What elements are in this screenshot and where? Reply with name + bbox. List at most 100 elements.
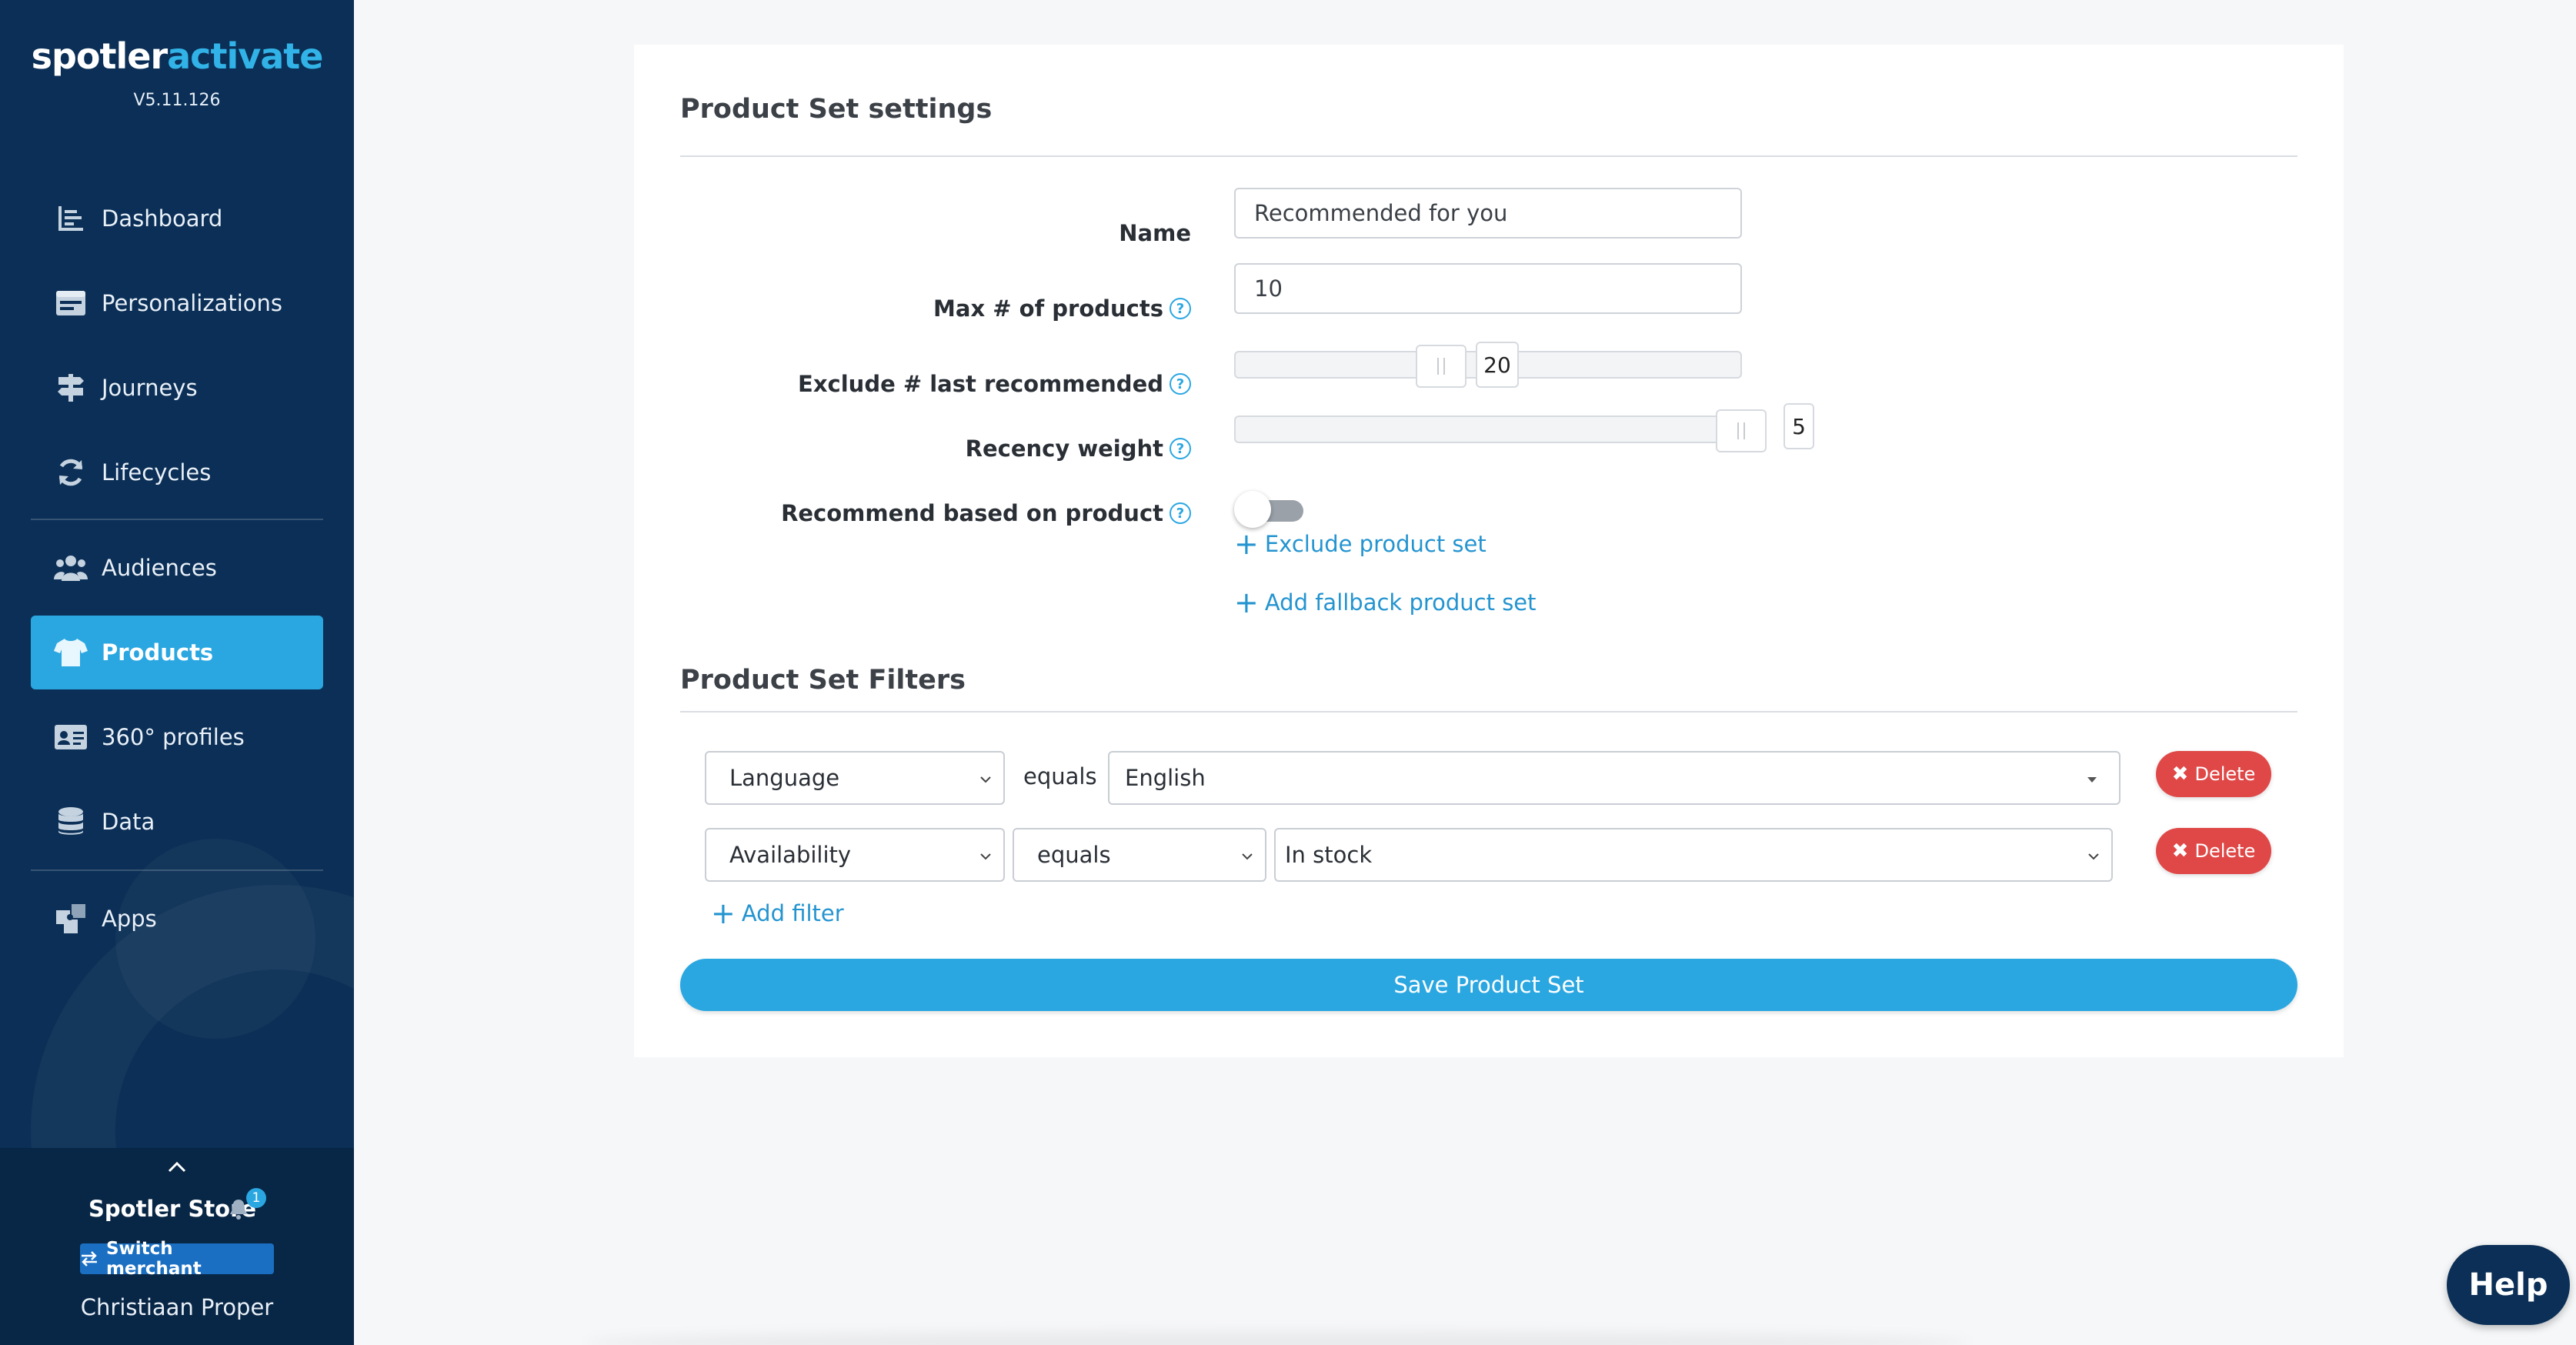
help-circle-icon[interactable]: ? [1170, 438, 1191, 459]
help-circle-icon[interactable]: ? [1170, 502, 1191, 524]
delete-label: Delete [2194, 840, 2256, 862]
refresh-icon [54, 456, 88, 489]
sidebar-item-lifecycles[interactable]: Lifecycles [31, 436, 323, 509]
name-input[interactable]: Recommended for you [1234, 188, 1742, 239]
save-product-set-button[interactable]: Save Product Set [680, 959, 2297, 1011]
filter-field-value: Availability [729, 842, 852, 868]
slider-handle[interactable] [1416, 345, 1467, 388]
help-button[interactable]: Help [2447, 1245, 2570, 1325]
database-icon [54, 805, 88, 839]
sidebar: spotleractivate V5.11.126 Dashboard Pers… [0, 0, 354, 1345]
exclude-last-value: 20 [1476, 342, 1519, 388]
name-label-row: Name [634, 212, 1191, 259]
sidebar-item-data[interactable]: Data [31, 785, 323, 859]
help-circle-icon[interactable]: ? [1170, 373, 1191, 395]
sidebar-item-products[interactable]: Products [31, 616, 323, 689]
exclude-last-label-row: Exclude # last recommended ? [634, 363, 1191, 409]
recency-weight-label: Recency weight ? [966, 436, 1191, 462]
recommend-based-label-row: Recommend based on product ? [634, 492, 1191, 539]
sidebar-item-label: Audiences [102, 555, 217, 581]
id-card-icon [54, 720, 88, 754]
sidebar-item-apps[interactable]: Apps [31, 882, 323, 956]
recency-weight-label-row: Recency weight ? [634, 428, 1191, 474]
toggle-knob [1234, 491, 1271, 528]
page-bottom-shadow [585, 1331, 1970, 1345]
recency-weight-label-text: Recency weight [965, 436, 1163, 462]
max-products-label-row: Max # of products ? [634, 288, 1191, 334]
switch-merchant-label: Switch merchant [105, 1239, 202, 1279]
sidebar-item-personalizations[interactable]: Personalizations [31, 266, 323, 340]
tshirt-icon [54, 636, 88, 669]
sidebar-item-dashboard[interactable]: Dashboard [31, 182, 323, 255]
filter-field-value: Language [729, 765, 840, 791]
filter-field-select[interactable]: Availability [705, 828, 1005, 882]
filter-operator-select[interactable]: equals [1013, 828, 1266, 882]
filter-value-select[interactable]: English [1108, 751, 2121, 805]
recommend-based-label-text: Recommend based on product [781, 500, 1163, 526]
sidebar-item-label: 360° profiles [102, 724, 245, 750]
caret-down-icon [2087, 777, 2097, 783]
filter-value-text: English [1125, 765, 1206, 791]
settings-title: Product Set settings [680, 94, 993, 125]
sidebar-item-label: Lifecycles [102, 459, 212, 486]
delete-filter-button[interactable]: ✖ Delete [2156, 828, 2271, 874]
exclude-product-set-label: Exclude product set [1264, 531, 1487, 557]
chevron-down-icon [1242, 853, 1253, 860]
section-divider [680, 155, 2297, 157]
help-circle-icon[interactable]: ? [1170, 298, 1191, 319]
personalizations-icon [54, 286, 88, 320]
recency-weight-value: 5 [1784, 403, 1814, 449]
plus-icon: + [1234, 586, 1259, 619]
chevron-up-icon[interactable] [165, 1157, 189, 1179]
max-products-label: Max # of products ? [933, 295, 1191, 322]
recommend-based-toggle[interactable] [1234, 491, 1305, 528]
filter-operator-value: equals [1037, 842, 1111, 868]
filters-title: Product Set Filters [680, 665, 966, 696]
sidebar-item-label: Products [102, 639, 214, 666]
sidebar-item-journeys[interactable]: Journeys [31, 351, 323, 425]
name-label: Name [1119, 220, 1191, 246]
sidebar-item-360-profiles[interactable]: 360° profiles [31, 700, 323, 774]
product-set-card: Product Set settings Name Recommended fo… [634, 45, 2344, 1057]
close-icon: ✖ [2171, 839, 2189, 863]
sidebar-divider [31, 869, 323, 871]
notification-badge: 1 [246, 1188, 266, 1208]
recency-weight-slider[interactable] [1234, 409, 1767, 452]
sidebar-item-label: Journeys [102, 375, 198, 401]
add-fallback-product-set-link[interactable]: + Add fallback product set [1234, 588, 1537, 617]
slider-handle[interactable] [1716, 409, 1767, 452]
logo-text-activate: activate [167, 35, 323, 77]
sidebar-divider [31, 519, 323, 520]
section-divider [680, 711, 2297, 713]
exclude-last-label-text: Exclude # last recommended [798, 371, 1163, 397]
plus-icon: + [1234, 527, 1259, 561]
sidebar-item-label: Dashboard [102, 205, 223, 232]
exclude-product-set-link[interactable]: + Exclude product set [1234, 529, 1487, 559]
dashboard-icon [54, 202, 88, 235]
sidebar-item-label: Data [102, 809, 155, 835]
add-filter-link[interactable]: + Add filter [711, 899, 844, 928]
chevron-down-icon [980, 853, 991, 860]
filter-value-select[interactable]: In stock [1274, 828, 2113, 882]
app-logo[interactable]: spotleractivate [0, 35, 354, 77]
signpost-icon [54, 371, 88, 405]
swap-arrows-icon [81, 1251, 97, 1267]
filter-value-text: In stock [1285, 842, 1373, 868]
puzzle-icon [54, 902, 88, 936]
max-products-label-text: Max # of products [933, 295, 1163, 322]
chevron-down-icon [2088, 853, 2099, 860]
max-products-input[interactable]: 10 [1234, 263, 1742, 314]
plus-icon: + [711, 896, 736, 930]
delete-filter-button[interactable]: ✖ Delete [2156, 751, 2271, 797]
logo-text-spotler: spotler [31, 35, 169, 77]
filter-operator-text: equals [1023, 763, 1097, 789]
switch-merchant-button[interactable]: Switch merchant [80, 1239, 274, 1279]
filter-field-select[interactable]: Language [705, 751, 1005, 805]
user-name[interactable]: Christiaan Proper [0, 1294, 354, 1320]
sidebar-item-label: Personalizations [102, 290, 282, 316]
delete-label: Delete [2194, 763, 2256, 785]
add-filter-label: Add filter [741, 900, 844, 926]
exclude-last-label: Exclude # last recommended ? [798, 371, 1191, 397]
sidebar-item-audiences[interactable]: Audiences [31, 531, 323, 605]
app-version: V5.11.126 [133, 91, 221, 110]
